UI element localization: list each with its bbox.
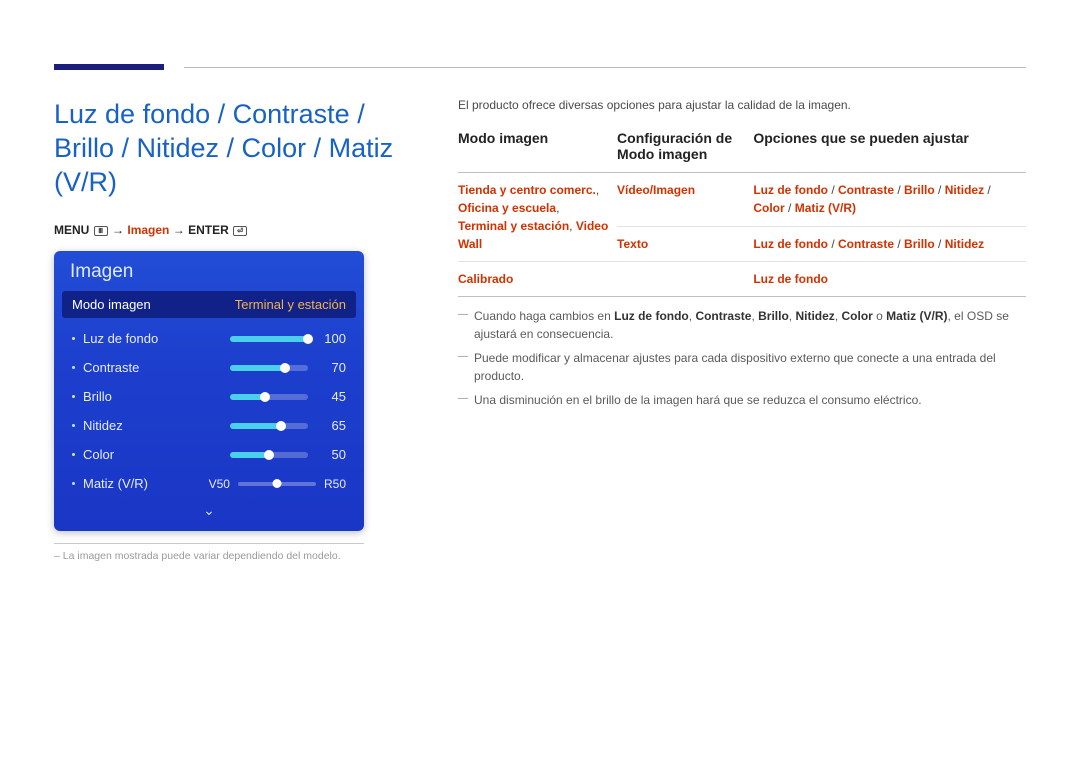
slider-track[interactable] (230, 394, 308, 400)
osd-item-value: 50 (318, 447, 346, 462)
breadcrumb-menu: MENU (54, 223, 89, 237)
matiz-right: R50 (324, 477, 346, 491)
bullet-icon (72, 424, 75, 427)
slider-thumb[interactable] (260, 392, 270, 402)
bullet-icon (72, 395, 75, 398)
menu-icon: Ⅲ (94, 226, 108, 236)
matiz-thumb[interactable] (272, 479, 281, 488)
bullet-icon (72, 366, 75, 369)
table-header: Modo imagen (458, 130, 617, 173)
slider-thumb[interactable] (276, 421, 286, 431)
note-item: Puede modificar y almacenar ajustes para… (458, 349, 1026, 385)
bullet-icon (72, 337, 75, 340)
osd-slider-row[interactable]: Brillo 45 (72, 382, 346, 411)
slider-track[interactable] (230, 365, 308, 371)
matiz-left: V50 (209, 477, 230, 491)
osd-matiz-row[interactable]: Matiz (V/R)V50 R50 (72, 469, 346, 498)
slider-thumb[interactable] (303, 334, 313, 344)
osd-slider-row[interactable]: Luz de fondo 100 (72, 324, 346, 353)
page-title: Luz de fondo / Contraste / Brillo / Niti… (54, 98, 414, 199)
enter-icon: ⏎ (233, 226, 247, 236)
osd-divider (54, 543, 364, 544)
table-header: Configuración de Modo imagen (617, 130, 753, 173)
osd-item-value: 100 (318, 331, 346, 346)
note-item: Cuando haga cambios en Luz de fondo, Con… (458, 307, 1026, 343)
osd-item-value: 65 (318, 418, 346, 433)
osd-item-label: Luz de fondo (83, 331, 230, 346)
osd-mode-value: Terminal y estación (235, 297, 346, 312)
breadcrumb: MENU Ⅲ → Imagen → ENTER ⏎ (54, 223, 414, 237)
breadcrumb-mid: Imagen (127, 223, 169, 237)
osd-panel: Imagen Modo imagen Terminal y estación L… (54, 251, 364, 531)
slider-track[interactable] (230, 336, 308, 342)
notes-block: Cuando haga cambios en Luz de fondo, Con… (458, 307, 1026, 409)
breadcrumb-arrow: → (112, 223, 127, 237)
footnote: La imagen mostrada puede variar dependie… (54, 550, 414, 562)
table-row: CalibradoLuz de fondo (458, 262, 1026, 297)
osd-item-value: 45 (318, 389, 346, 404)
osd-mode-label: Modo imagen (72, 297, 151, 312)
options-table: Modo imagen Configuración de Modo imagen… (458, 130, 1026, 297)
slider-thumb[interactable] (280, 363, 290, 373)
slider-thumb[interactable] (264, 450, 274, 460)
osd-mode-row[interactable]: Modo imagen Terminal y estación (62, 291, 356, 318)
osd-slider-row[interactable]: Nitidez 65 (72, 411, 346, 440)
chapter-mark (54, 64, 164, 70)
table-row: Tienda y centro comerc., Oficina y escue… (458, 173, 1026, 227)
osd-title: Imagen (54, 251, 364, 291)
osd-item-label: Matiz (V/R) (83, 476, 209, 491)
slider-track[interactable] (230, 452, 308, 458)
note-item: Una disminución en el brillo de la image… (458, 391, 1026, 409)
osd-slider-row[interactable]: Contraste 70 (72, 353, 346, 382)
matiz-track[interactable] (238, 482, 316, 486)
breadcrumb-arrow: → (173, 223, 188, 237)
header-rule (184, 67, 1026, 68)
osd-item-value: 70 (318, 360, 346, 375)
osd-item-label: Color (83, 447, 230, 462)
osd-item-label: Brillo (83, 389, 230, 404)
osd-slider-row[interactable]: Color 50 (72, 440, 346, 469)
osd-item-label: Nitidez (83, 418, 230, 433)
osd-item-label: Contraste (83, 360, 230, 375)
bullet-icon (72, 453, 75, 456)
bullet-icon (72, 482, 75, 485)
intro-text: El producto ofrece diversas opciones par… (458, 98, 1026, 112)
slider-track[interactable] (230, 423, 308, 429)
chevron-down-icon[interactable]: ⌄ (54, 500, 364, 525)
breadcrumb-enter: ENTER (188, 223, 229, 237)
table-header: Opciones que se pueden ajustar (753, 130, 1026, 173)
